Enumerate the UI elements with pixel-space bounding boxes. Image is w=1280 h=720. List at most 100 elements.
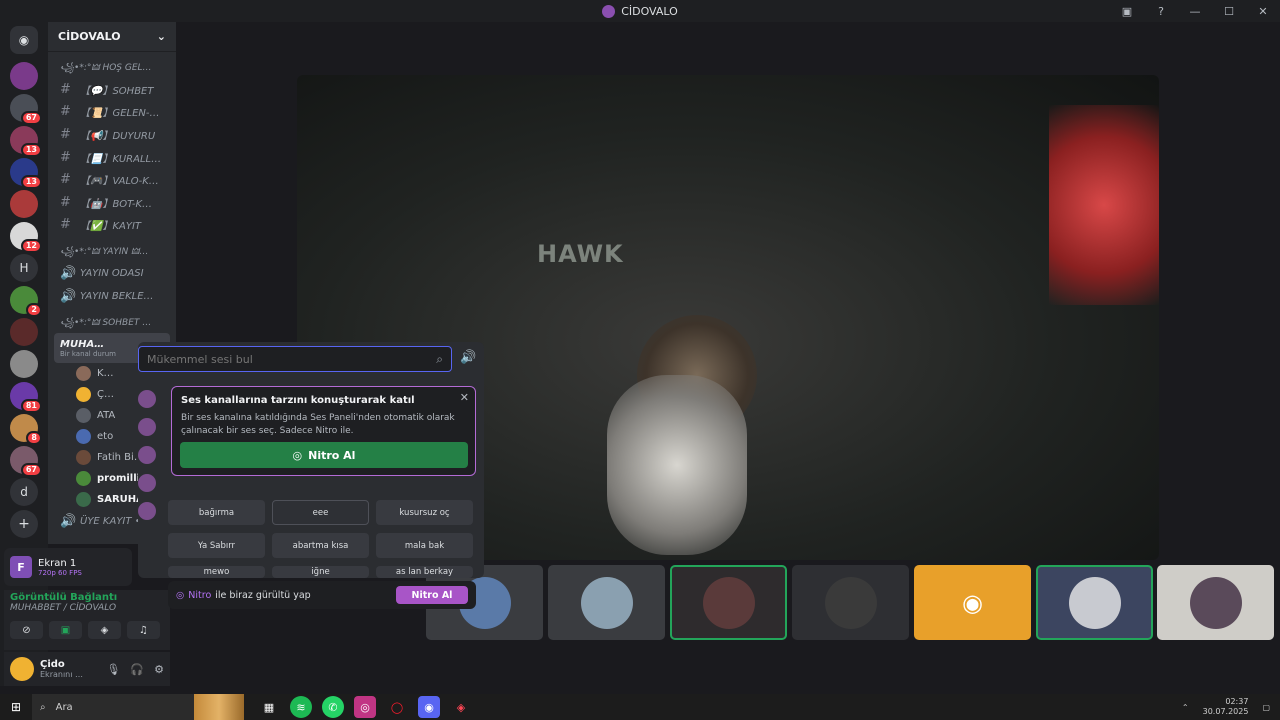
microphone-icon[interactable]: 🎙: [106, 663, 120, 676]
category-header[interactable]: ꧁•*:°🜲 YAYIN 🜲…: [48, 242, 176, 262]
text-channel[interactable]: # 【🎮】VALO-K…: [48, 168, 176, 191]
server-item[interactable]: [10, 190, 38, 218]
title-bar: CİDOVALO ▣ ? — ☐ ✕: [0, 0, 1280, 22]
avatar: [76, 366, 91, 382]
taskbar-clock[interactable]: 02:37 30.07.2025: [1203, 697, 1249, 717]
nitro-buy-button[interactable]: ◎ Nitro Al: [180, 442, 468, 468]
speaker-icon: 🔊: [60, 288, 77, 304]
server-item[interactable]: 81: [10, 382, 42, 413]
avatar: [1189, 576, 1242, 629]
channel-label: 【📢】DUYURU: [80, 130, 156, 142]
server-item[interactable]: 67: [10, 94, 42, 125]
window-title-text: CİDOVALO: [621, 4, 678, 18]
sound-button[interactable]: abartma kısa: [272, 533, 369, 558]
sound-button[interactable]: mala bak: [376, 533, 473, 558]
maximize-button[interactable]: ☐: [1212, 5, 1246, 18]
voice-channel[interactable]: 🔊 YAYIN ODASI: [48, 262, 176, 285]
server-item[interactable]: 67: [10, 446, 42, 477]
participant-tile[interactable]: [792, 565, 909, 640]
notification-icon[interactable]: ▢: [1262, 703, 1270, 712]
unread-badge: 67: [20, 111, 42, 125]
text-channel[interactable]: # 【🤖】BOT-K…: [48, 191, 176, 214]
sound-button[interactable]: iğne: [272, 566, 369, 578]
sound-button[interactable]: mewo: [168, 566, 265, 578]
soundboard-popup: ⌕ 🔊 bağırma eee kusursuz oç Ya Sabırr ab…: [138, 342, 484, 578]
server-sound-tab[interactable]: [138, 474, 156, 492]
avatar: [76, 471, 91, 487]
instagram-icon[interactable]: ◎: [354, 696, 376, 718]
close-icon[interactable]: ✕: [460, 391, 469, 404]
spotify-icon[interactable]: ≋: [290, 696, 312, 718]
avatar[interactable]: [10, 657, 34, 681]
voice-connection-panel: Görüntülü Bağlantı MUHABBET / CİDOVALO ⊘…: [4, 590, 170, 650]
nitro-bar-button[interactable]: Nitro Al: [396, 586, 468, 604]
sound-button[interactable]: eee: [272, 500, 369, 525]
text-channel[interactable]: # 【💬】SOHBET: [48, 78, 176, 101]
sound-button[interactable]: bağırma: [168, 500, 265, 525]
discord-icon[interactable]: ◉: [418, 696, 440, 718]
participant-tile-speaking[interactable]: [670, 565, 787, 640]
server-item[interactable]: d: [10, 478, 38, 506]
opera-icon[interactable]: ◯: [386, 696, 408, 718]
minimize-button[interactable]: —: [1178, 5, 1212, 18]
participant-tile[interactable]: [548, 565, 665, 640]
gear-icon[interactable]: ⚙: [154, 663, 164, 676]
server-item[interactable]: 13: [10, 126, 42, 157]
headphones-icon[interactable]: 🎧: [130, 663, 144, 676]
whatsapp-icon[interactable]: ✆: [322, 696, 344, 718]
avatar: [702, 576, 755, 629]
server-item[interactable]: [10, 318, 38, 346]
nitro-icon: ◎: [176, 589, 185, 601]
close-button[interactable]: ✕: [1246, 5, 1280, 18]
server-item[interactable]: [10, 350, 38, 378]
text-channel[interactable]: # 【📃】KURALL…: [48, 146, 176, 169]
server-sound-tab[interactable]: [138, 418, 156, 436]
voice-channel[interactable]: 🔊 YAYIN BEKLE…: [48, 285, 176, 308]
channel-label: 【🎮】VALO-K…: [80, 176, 159, 188]
text-channel[interactable]: # 【📜】GELEN-…: [48, 101, 176, 124]
taskbar-search[interactable]: ⌕ Ara: [32, 694, 194, 720]
voice-location[interactable]: MUHABBET / CİDOVALO: [10, 603, 164, 613]
server-sound-tab[interactable]: [138, 502, 156, 520]
server-item[interactable]: 13: [10, 158, 42, 189]
activity-button[interactable]: ◈: [88, 621, 121, 639]
server-item[interactable]: H: [10, 254, 38, 282]
server-sound-tab[interactable]: [138, 390, 156, 408]
discord-home-icon[interactable]: ◉: [10, 26, 38, 54]
sound-button[interactable]: kusursuz oç: [376, 500, 473, 525]
server-sound-tab[interactable]: [138, 446, 156, 464]
server-item[interactable]: 12: [10, 222, 42, 253]
screen-share-label: Ekran 1: [38, 557, 77, 569]
add-server-icon[interactable]: +: [10, 510, 38, 538]
server-cidovalo-icon[interactable]: [10, 62, 38, 90]
category-header[interactable]: ꧁•*:°🜲 SOHBET …: [48, 313, 176, 333]
task-view-icon[interactable]: ▦: [258, 696, 280, 718]
server-item[interactable]: 8: [10, 414, 42, 445]
chevron-up-icon[interactable]: ⌃: [1182, 703, 1189, 712]
category-header[interactable]: ꧁•*:°🜲 HOŞ GEL…: [48, 58, 176, 78]
sound-button[interactable]: Ya Sabırr: [168, 533, 265, 558]
windows-start-icon[interactable]: ⊞: [0, 700, 32, 714]
inbox-icon[interactable]: ▣: [1110, 5, 1144, 18]
text-channel[interactable]: # 【📢】DUYURU: [48, 123, 176, 146]
riot-client-icon[interactable]: ◈: [450, 696, 472, 718]
help-icon[interactable]: ?: [1144, 5, 1178, 18]
soundboard-button[interactable]: ♫: [127, 621, 160, 639]
sound-button[interactable]: as lan berkay: [376, 566, 473, 578]
participant-tile[interactable]: ◉: [914, 565, 1031, 640]
screen-share-avatar: F: [10, 556, 32, 578]
screen-share-button[interactable]: ▣: [49, 621, 82, 639]
sound-search[interactable]: ⌕: [138, 346, 452, 372]
participant-tile-speaking[interactable]: [1036, 565, 1153, 640]
sound-search-input[interactable]: [147, 352, 407, 366]
channel-label: MUHA…: [60, 338, 105, 350]
participant-tile[interactable]: [1157, 565, 1274, 640]
unread-badge: 13: [20, 143, 42, 157]
text-channel[interactable]: # 【✅】KAYIT: [48, 214, 176, 237]
server-item[interactable]: 2: [10, 286, 42, 317]
avatar: [76, 450, 91, 466]
guild-header[interactable]: CİDOVALO ⌄: [48, 22, 176, 52]
volume-icon[interactable]: 🔊: [460, 350, 476, 365]
screen-share-panel[interactable]: F Ekran 1 720p 60 FPS: [4, 548, 132, 586]
camera-off-button[interactable]: ⊘: [10, 621, 43, 639]
